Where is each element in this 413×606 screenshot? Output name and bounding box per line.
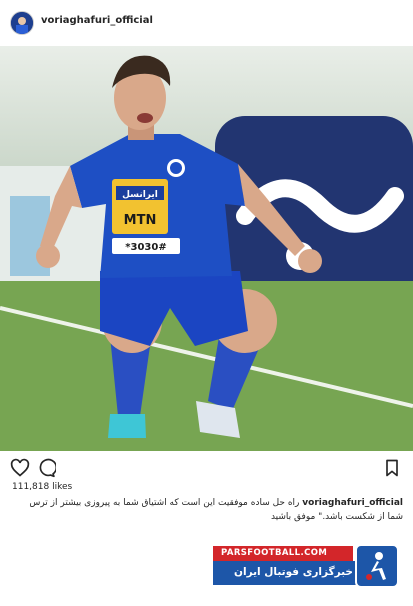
jersey-brand: MTN	[124, 213, 157, 228]
likes-count[interactable]: 111,818 likes	[12, 482, 72, 492]
jersey-sponsor: ایرانسل	[122, 190, 158, 200]
avatar[interactable]	[10, 11, 34, 35]
post-header: voriaghafuri_official	[0, 0, 413, 44]
post-username[interactable]: voriaghafuri_official	[41, 15, 153, 26]
brand-site-bar: PARSFOOTBALL.COM	[213, 546, 353, 561]
jersey-code: *3030#	[125, 242, 166, 253]
brand-site-label: PARSFOOTBALL.COM	[221, 548, 328, 558]
post-actions	[0, 454, 413, 482]
brand-tagline-label: خبرگزاری فوتبال ایران	[234, 566, 353, 578]
caption-username[interactable]: voriaghafuri_official	[302, 498, 403, 508]
comment-icon[interactable]	[36, 458, 56, 478]
parsfootball-watermark: PARSFOOTBALL.COM خبرگزاری فوتبال ایران	[213, 544, 400, 592]
instagram-post: voriaghafuri_official ایرانسل MTN *3030#…	[0, 0, 413, 606]
brand-logo-icon	[355, 544, 399, 588]
post-photo[interactable]: ایرانسل MTN *3030#	[0, 46, 413, 451]
post-caption: voriaghafuri_official راه حل ساده موفقیت…	[12, 496, 403, 524]
heart-icon[interactable]	[10, 458, 30, 478]
brand-tagline-bar: خبرگزاری فوتبال ایران	[213, 561, 361, 585]
bookmark-icon[interactable]	[382, 458, 402, 478]
